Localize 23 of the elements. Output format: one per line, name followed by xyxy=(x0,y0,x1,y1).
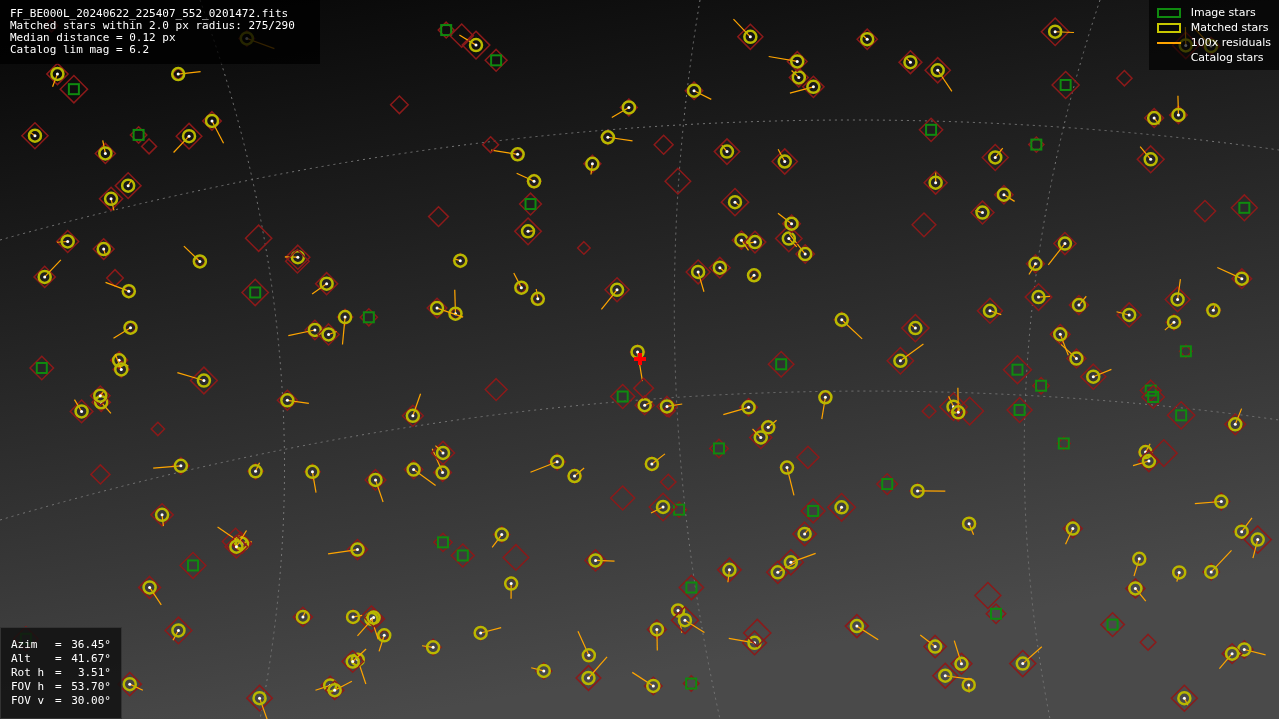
pointing-label: Alt xyxy=(11,652,32,666)
pointing-label: Azim xyxy=(11,638,39,652)
equals-sign: = xyxy=(55,666,63,680)
pointing-value: 36.45° xyxy=(71,638,111,652)
legend-label: Catalog stars xyxy=(1190,51,1264,64)
info-text: FF_BE000L_20240622_225407_552_0201472.fits xyxy=(10,8,290,20)
info-text: Matched stars within 2.0 px radius: 275/290 xyxy=(10,20,296,32)
pointing-value: 41.67° xyxy=(71,652,111,666)
equals-sign: = xyxy=(55,680,63,694)
info-text: Median distance = 0.12 px xyxy=(10,32,177,44)
pointing-label: Rot h xyxy=(11,666,46,680)
equals-sign: = xyxy=(55,694,63,708)
legend-label: Image stars xyxy=(1190,6,1256,19)
pointing-value: 3.51° xyxy=(76,666,111,680)
legend-label: Matched stars xyxy=(1190,21,1269,34)
legend-label: 100x residuals xyxy=(1190,36,1271,49)
info-text: Catalog lim mag = 6.2 xyxy=(10,44,151,56)
pointing-value: 53.70° xyxy=(71,680,111,694)
equals-sign: = xyxy=(55,652,63,666)
pointing-label: FOV h xyxy=(11,680,46,694)
pointing-value: 30.00° xyxy=(71,694,111,708)
pointing-label: FOV v xyxy=(11,694,46,708)
equals-sign: = xyxy=(55,638,63,652)
